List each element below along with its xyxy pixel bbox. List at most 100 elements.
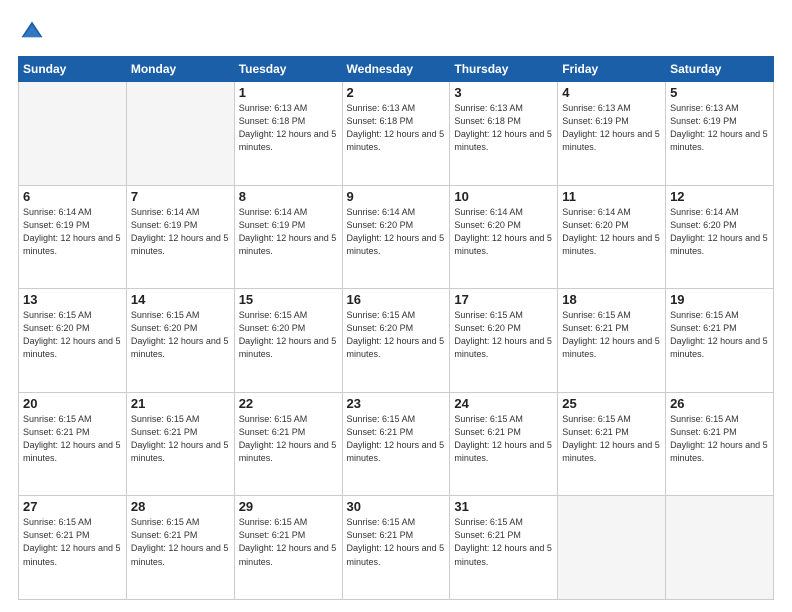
day-cell: 10Sunrise: 6:14 AM Sunset: 6:20 PM Dayli… [450, 185, 558, 289]
weekday-header-saturday: Saturday [666, 57, 774, 82]
day-info: Sunrise: 6:15 AM Sunset: 6:21 PM Dayligh… [562, 413, 661, 465]
day-number: 11 [562, 189, 661, 204]
day-info: Sunrise: 6:13 AM Sunset: 6:18 PM Dayligh… [347, 102, 446, 154]
week-row-2: 6 Sunrise: 6:14 AM Sunset: 6:19 PM Daylig… [19, 185, 774, 289]
day-number: 18 [562, 292, 661, 307]
day-cell: 16 Sunrise: 6:15 AM Sunset: 6:20 PM Dayli… [342, 289, 450, 393]
day-cell [558, 496, 666, 600]
day-number: 19 [670, 292, 769, 307]
weekday-header-friday: Friday [558, 57, 666, 82]
day-cell: 3 Sunrise: 6:13 AM Sunset: 6:18 PM Daylig… [450, 82, 558, 186]
day-number: 4 [562, 85, 661, 100]
weekday-header-sunday: Sunday [19, 57, 127, 82]
day-info: Sunrise: 6:15 AM Sunset: 6:21 PM Dayligh… [454, 413, 553, 465]
day-number: 3 [454, 85, 553, 100]
day-number: 7 [131, 189, 230, 204]
day-cell: 30 Sunrise: 6:15 AM Sunset: 6:21 PM Dayli… [342, 496, 450, 600]
day-info: Sunrise: 6:13 AM Sunset: 6:19 PM Dayligh… [670, 102, 769, 154]
day-cell: 29Sunrise: 6:15 AM Sunset: 6:21 PM Dayli… [234, 496, 342, 600]
day-cell: 13 Sunrise: 6:15 AM Sunset: 6:20 PM Dayli… [19, 289, 127, 393]
day-number: 28 [131, 499, 230, 514]
day-cell [666, 496, 774, 600]
weekday-header-row: SundayMondayTuesdayWednesdayThursdayFrid… [19, 57, 774, 82]
day-info: Sunrise: 6:14 AM Sunset: 6:20 PM Dayligh… [347, 206, 446, 258]
day-number: 22 [239, 396, 338, 411]
day-info: Sunrise: 6:15 AM Sunset: 6:20 PM Dayligh… [23, 309, 122, 361]
day-number: 24 [454, 396, 553, 411]
day-info: Sunrise: 6:13 AM Sunset: 6:18 PM Dayligh… [454, 102, 553, 154]
day-number: 27 [23, 499, 122, 514]
day-cell: 23 Sunrise: 6:15 AM Sunset: 6:21 PM Dayli… [342, 392, 450, 496]
day-info: Sunrise: 6:15 AM Sunset: 6:21 PM Dayligh… [562, 309, 661, 361]
day-info: Sunrise: 6:15 AM Sunset: 6:20 PM Dayligh… [454, 309, 553, 361]
day-number: 13 [23, 292, 122, 307]
day-info: Sunrise: 6:15 AM Sunset: 6:21 PM Dayligh… [347, 413, 446, 465]
day-info: Sunrise: 6:14 AM Sunset: 6:20 PM Dayligh… [670, 206, 769, 258]
logo-icon [18, 18, 46, 46]
day-info: Sunrise: 6:14 AM Sunset: 6:19 PM Dayligh… [23, 206, 122, 258]
day-info: Sunrise: 6:14 AM Sunset: 6:19 PM Dayligh… [131, 206, 230, 258]
day-info: Sunrise: 6:15 AM Sunset: 6:20 PM Dayligh… [347, 309, 446, 361]
day-cell: 22 Sunrise: 6:15 AM Sunset: 6:21 PM Dayli… [234, 392, 342, 496]
day-number: 31 [454, 499, 553, 514]
day-number: 5 [670, 85, 769, 100]
day-cell: 11 Sunrise: 6:14 AM Sunset: 6:20 PM Dayli… [558, 185, 666, 289]
day-info: Sunrise: 6:15 AM Sunset: 6:21 PM Dayligh… [347, 516, 446, 568]
day-cell: 19 Sunrise: 6:15 AM Sunset: 6:21 PM Dayli… [666, 289, 774, 393]
day-info: Sunrise: 6:15 AM Sunset: 6:21 PM Dayligh… [454, 516, 553, 568]
day-number: 23 [347, 396, 446, 411]
day-cell: 5 Sunrise: 6:13 AM Sunset: 6:19 PM Daylig… [666, 82, 774, 186]
day-number: 15 [239, 292, 338, 307]
day-info: Sunrise: 6:15 AM Sunset: 6:21 PM Dayligh… [23, 413, 122, 465]
day-number: 29 [239, 499, 338, 514]
week-row-5: 27 Sunrise: 6:15 AM Sunset: 6:21 PM Dayli… [19, 496, 774, 600]
day-cell: 17 Sunrise: 6:15 AM Sunset: 6:20 PM Dayli… [450, 289, 558, 393]
day-cell: 27Sunrise: 6:15 AM Sunset: 6:21 PM Dayli… [19, 496, 127, 600]
day-cell: 4 Sunrise: 6:13 AM Sunset: 6:19 PM Daylig… [558, 82, 666, 186]
day-info: Sunrise: 6:15 AM Sunset: 6:21 PM Dayligh… [670, 309, 769, 361]
week-row-4: 20Sunrise: 6:15 AM Sunset: 6:21 PM Dayli… [19, 392, 774, 496]
day-cell: 2 Sunrise: 6:13 AM Sunset: 6:18 PM Daylig… [342, 82, 450, 186]
day-number: 10 [454, 189, 553, 204]
day-cell: 15 Sunrise: 6:15 AM Sunset: 6:20 PM Dayli… [234, 289, 342, 393]
day-number: 26 [670, 396, 769, 411]
day-cell [19, 82, 127, 186]
day-cell: 26 Sunrise: 6:15 AM Sunset: 6:21 PM Dayli… [666, 392, 774, 496]
day-cell: 18 Sunrise: 6:15 AM Sunset: 6:21 PM Dayli… [558, 289, 666, 393]
day-number: 17 [454, 292, 553, 307]
header [18, 18, 774, 46]
logo [18, 18, 50, 46]
day-info: Sunrise: 6:15 AM Sunset: 6:20 PM Dayligh… [131, 309, 230, 361]
day-cell: 6 Sunrise: 6:14 AM Sunset: 6:19 PM Daylig… [19, 185, 127, 289]
day-number: 16 [347, 292, 446, 307]
week-row-1: 1 Sunrise: 6:13 AM Sunset: 6:18 PM Daylig… [19, 82, 774, 186]
day-cell: 14 Sunrise: 6:15 AM Sunset: 6:20 PM Dayli… [126, 289, 234, 393]
day-number: 25 [562, 396, 661, 411]
day-number: 6 [23, 189, 122, 204]
weekday-header-wednesday: Wednesday [342, 57, 450, 82]
calendar-table: SundayMondayTuesdayWednesdayThursdayFrid… [18, 56, 774, 600]
day-info: Sunrise: 6:13 AM Sunset: 6:19 PM Dayligh… [562, 102, 661, 154]
day-info: Sunrise: 6:15 AM Sunset: 6:21 PM Dayligh… [131, 516, 230, 568]
day-cell: 31 Sunrise: 6:15 AM Sunset: 6:21 PM Dayli… [450, 496, 558, 600]
day-cell: 9Sunrise: 6:14 AM Sunset: 6:20 PM Daylig… [342, 185, 450, 289]
day-number: 21 [131, 396, 230, 411]
day-info: Sunrise: 6:15 AM Sunset: 6:21 PM Dayligh… [131, 413, 230, 465]
week-row-3: 13 Sunrise: 6:15 AM Sunset: 6:20 PM Dayli… [19, 289, 774, 393]
day-info: Sunrise: 6:15 AM Sunset: 6:21 PM Dayligh… [670, 413, 769, 465]
day-cell: 8Sunrise: 6:14 AM Sunset: 6:19 PM Daylig… [234, 185, 342, 289]
day-info: Sunrise: 6:15 AM Sunset: 6:21 PM Dayligh… [239, 413, 338, 465]
day-info: Sunrise: 6:15 AM Sunset: 6:20 PM Dayligh… [239, 309, 338, 361]
day-cell: 21 Sunrise: 6:15 AM Sunset: 6:21 PM Dayli… [126, 392, 234, 496]
day-number: 1 [239, 85, 338, 100]
day-number: 14 [131, 292, 230, 307]
day-info: Sunrise: 6:14 AM Sunset: 6:20 PM Dayligh… [562, 206, 661, 258]
day-cell: 12 Sunrise: 6:14 AM Sunset: 6:20 PM Dayli… [666, 185, 774, 289]
day-number: 30 [347, 499, 446, 514]
day-number: 2 [347, 85, 446, 100]
page: SundayMondayTuesdayWednesdayThursdayFrid… [0, 0, 792, 612]
weekday-header-tuesday: Tuesday [234, 57, 342, 82]
weekday-header-monday: Monday [126, 57, 234, 82]
day-number: 12 [670, 189, 769, 204]
day-cell: 25 Sunrise: 6:15 AM Sunset: 6:21 PM Dayli… [558, 392, 666, 496]
